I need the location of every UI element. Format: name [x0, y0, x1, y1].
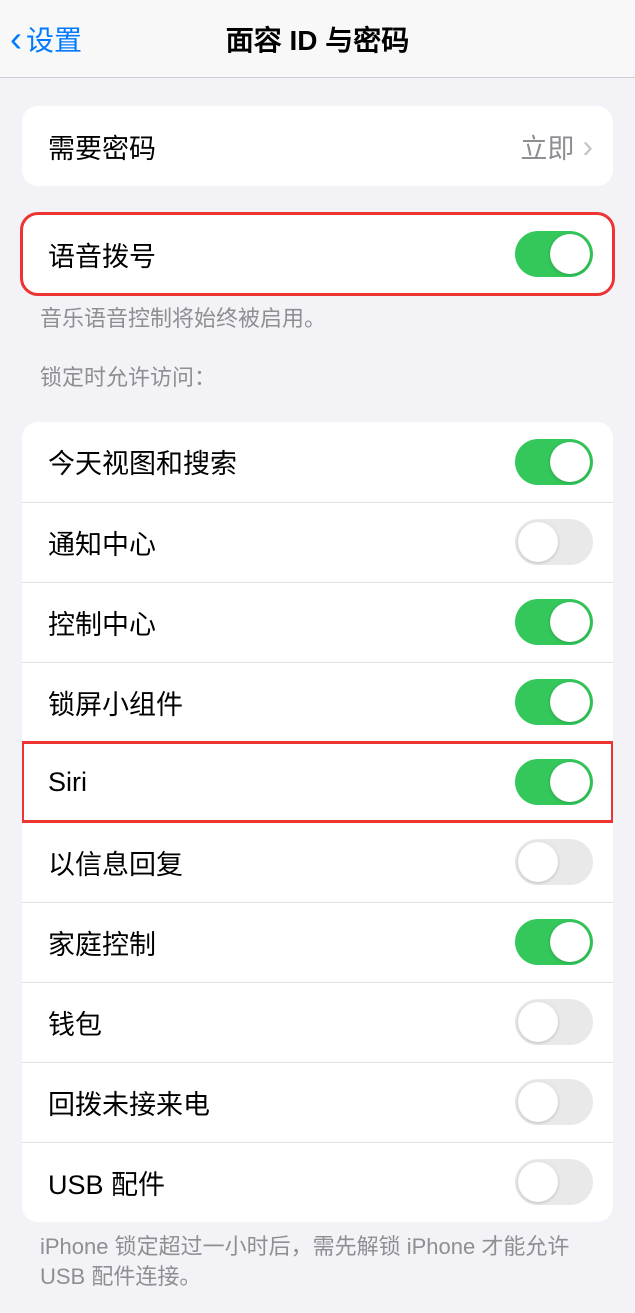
label-lock-item: 回拨未接来电	[48, 1083, 210, 1122]
label-voice-dial: 语音拨号	[48, 235, 156, 274]
row-lock-item: 以信息回复	[22, 822, 613, 902]
row-lock-item: 家庭控制	[22, 902, 613, 982]
group-lock-access: 今天视图和搜索通知中心控制中心锁屏小组件 Siri 以信息回复家庭控制钱包回拨未接来…	[22, 422, 613, 1222]
toggle-lock-item[interactable]	[515, 679, 593, 725]
label-lock-item: 钱包	[48, 1003, 102, 1042]
row-lock-item: 通知中心	[22, 502, 613, 582]
toggle-lock-item[interactable]	[515, 759, 593, 805]
toggle-lock-item[interactable]	[515, 839, 593, 885]
footer-voice-dial: 音乐语音控制将始终被启用。	[0, 294, 635, 335]
toggle-lock-item[interactable]	[515, 599, 593, 645]
navbar: ‹ 设置 面容 ID 与密码	[0, 0, 635, 78]
toggle-lock-item[interactable]	[515, 519, 593, 565]
header-lock-access: 锁定时允许访问：	[0, 335, 635, 394]
footer-lock-access: iPhone 锁定超过一小时后，需先解锁 iPhone 才能允许 USB 配件连…	[0, 1222, 635, 1294]
label-lock-item: Siri	[48, 767, 87, 798]
row-voice-dial: 语音拨号	[22, 214, 613, 294]
label-lock-item: 今天视图和搜索	[48, 442, 237, 481]
label-lock-item: 锁屏小组件	[48, 683, 183, 722]
toggle-lock-item[interactable]	[515, 439, 593, 485]
row-lock-item: Siri	[22, 742, 613, 822]
toggle-lock-item[interactable]	[515, 1079, 593, 1125]
row-lock-item: 今天视图和搜索	[22, 422, 613, 502]
row-lock-item: USB 配件	[22, 1142, 613, 1222]
toggle-lock-item[interactable]	[515, 999, 593, 1045]
row-lock-item: 锁屏小组件	[22, 662, 613, 742]
label-lock-item: 以信息回复	[48, 843, 183, 882]
toggle-voice-dial[interactable]	[515, 231, 593, 277]
row-require-passcode[interactable]: 需要密码 立即 ›	[22, 106, 613, 186]
label-lock-item: 通知中心	[48, 523, 156, 562]
tail: 立即 ›	[520, 127, 593, 166]
content: 需要密码 立即 › 语音拨号 音乐语音控制将始终被启用。 锁定时允许访问： 今天…	[0, 106, 635, 1313]
group-voice-dial: 语音拨号	[22, 214, 613, 294]
page-title: 面容 ID 与密码	[0, 19, 635, 59]
toggle-lock-item[interactable]	[515, 919, 593, 965]
chevron-right-icon: ›	[582, 130, 593, 162]
value-require-passcode: 立即	[520, 127, 574, 166]
label-require-passcode: 需要密码	[48, 127, 156, 166]
row-lock-item: 回拨未接来电	[22, 1062, 613, 1142]
row-lock-item: 控制中心	[22, 582, 613, 662]
row-lock-item: 钱包	[22, 982, 613, 1062]
label-lock-item: 家庭控制	[48, 923, 156, 962]
toggle-lock-item[interactable]	[515, 1159, 593, 1205]
label-lock-item: USB 配件	[48, 1163, 165, 1202]
label-lock-item: 控制中心	[48, 603, 156, 642]
group-require-passcode: 需要密码 立即 ›	[22, 106, 613, 186]
